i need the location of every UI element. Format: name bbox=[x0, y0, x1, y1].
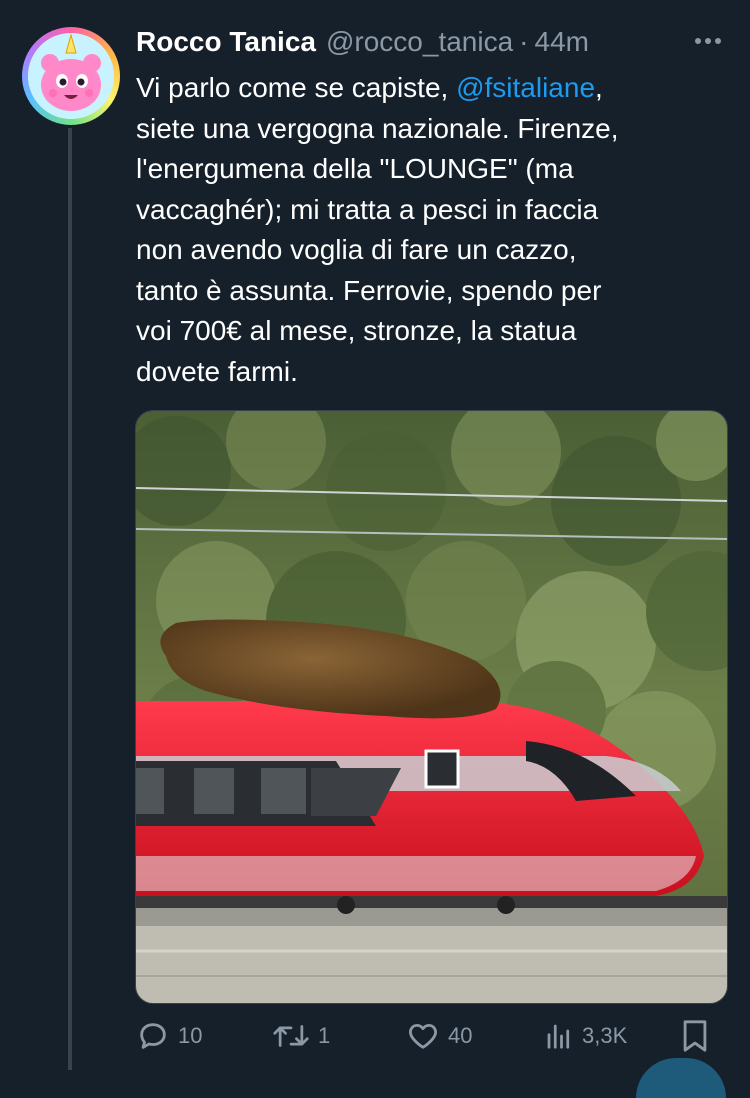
tweet-photo[interactable] bbox=[135, 410, 728, 1004]
reply-count: 10 bbox=[178, 1023, 203, 1048]
reply-button[interactable]: 10 bbox=[136, 1019, 202, 1053]
tweet-header: Rocco Tanica @rocco_tanica · 44m bbox=[136, 22, 736, 62]
avatar-image bbox=[28, 33, 114, 119]
author-name[interactable]: Rocco Tanica bbox=[136, 26, 316, 58]
views-button[interactable]: 3,3K bbox=[544, 1021, 627, 1051]
tweet-actions: 10 1 40 3,3K bbox=[136, 1014, 736, 1058]
tweet-text-part-1: Vi parlo come se capiste, bbox=[136, 72, 457, 103]
unicorn-avatar-icon bbox=[28, 33, 114, 119]
views-icon bbox=[547, 1024, 570, 1049]
mention-link[interactable]: @fsitaliane bbox=[456, 72, 595, 103]
like-count: 40 bbox=[448, 1023, 473, 1048]
retweet-count: 1 bbox=[318, 1023, 331, 1048]
heart-icon bbox=[409, 1023, 437, 1049]
more-button[interactable] bbox=[688, 26, 728, 56]
reply-icon bbox=[140, 1023, 166, 1049]
views-count: 3,3K bbox=[582, 1023, 628, 1048]
thread-line bbox=[68, 128, 72, 1070]
retweet-button[interactable]: 1 bbox=[272, 1021, 330, 1051]
bookmark-button[interactable] bbox=[680, 1019, 710, 1053]
photo-train-image bbox=[136, 411, 727, 1003]
bookmark-icon bbox=[683, 1020, 707, 1052]
header-separator: · bbox=[519, 26, 529, 57]
floating-compose-button-partial[interactable] bbox=[636, 1058, 726, 1098]
tweet-text: Vi parlo come se capiste, @fsitaliane, s… bbox=[136, 68, 726, 392]
retweet-icon bbox=[273, 1025, 309, 1047]
avatar[interactable] bbox=[22, 27, 120, 125]
like-button[interactable]: 40 bbox=[406, 1019, 472, 1053]
tweet-text-part-2: , siete una vergogna nazionale. Firenze,… bbox=[136, 72, 619, 387]
tweet-time[interactable]: 44m bbox=[535, 26, 589, 58]
more-icon bbox=[695, 38, 721, 44]
author-handle[interactable]: @rocco_tanica bbox=[326, 26, 513, 58]
